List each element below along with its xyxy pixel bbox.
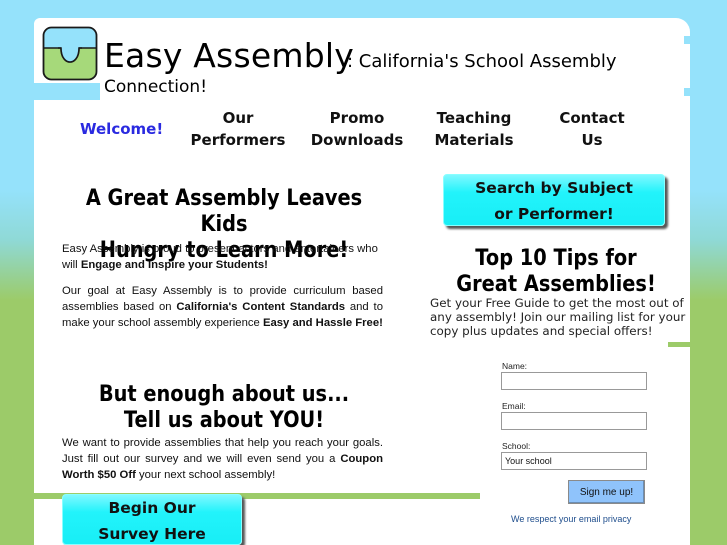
puzzle-piece-icon[interactable] [42,26,98,81]
name-input[interactable] [501,372,647,390]
intro-bold: Engage and Inspire your Students! [80,259,268,271]
email-label: Email: [502,401,526,411]
sign-me-up-button[interactable]: Sign me up! [568,480,645,504]
nav-contact-us[interactable]: Contact Us [555,107,629,151]
site-subtitle-continued: Connection! [104,77,208,97]
nav-promo-downloads[interactable]: Promo Downloads [310,107,404,151]
decor-notch [684,88,690,96]
survey-paragraph: We want to provide assemblies that help … [62,435,383,483]
goal-bold-standards: California's Content Standards [176,301,346,313]
nav-welcome[interactable]: Welcome! [80,118,163,140]
decor-green-column [690,300,727,545]
decor-notch [684,36,690,44]
email-privacy-link[interactable]: We respect your email privacy [511,514,631,524]
tips-description: Get your Free Guide to get the most out … [430,296,686,338]
begin-survey-button[interactable]: Begin Our Survey Here [62,494,242,545]
site-title: Easy Assembly [104,36,354,75]
decor-strip [34,83,100,100]
survey-headline: But enough about us... Tell us about YOU… [98,382,350,433]
school-label: School: [502,441,531,451]
goal-bold-easy: Easy and Hassle Free! [262,317,383,329]
site-subtitle: : California's School Assembly [347,51,617,72]
intro-paragraph: Easy Assembly is proud to present actors… [62,241,383,273]
nav-our-performers[interactable]: Our Performers [186,107,290,151]
name-label: Name: [502,361,528,371]
email-input[interactable] [501,412,647,430]
school-input[interactable] [501,452,647,470]
survey-text: We want to provide assemblies that help … [62,437,383,465]
tips-headline: Top 10 Tips for Great Assemblies! [456,246,656,297]
search-by-subject-button[interactable]: Search by Subject or Performer! [443,174,665,226]
goal-paragraph: Our goal at Easy Assembly is to provide … [62,283,383,331]
decor-green-notch [668,342,690,347]
survey-text-2: your next school assembly! [135,469,276,481]
nav-teaching-materials[interactable]: Teaching Materials [430,107,518,151]
